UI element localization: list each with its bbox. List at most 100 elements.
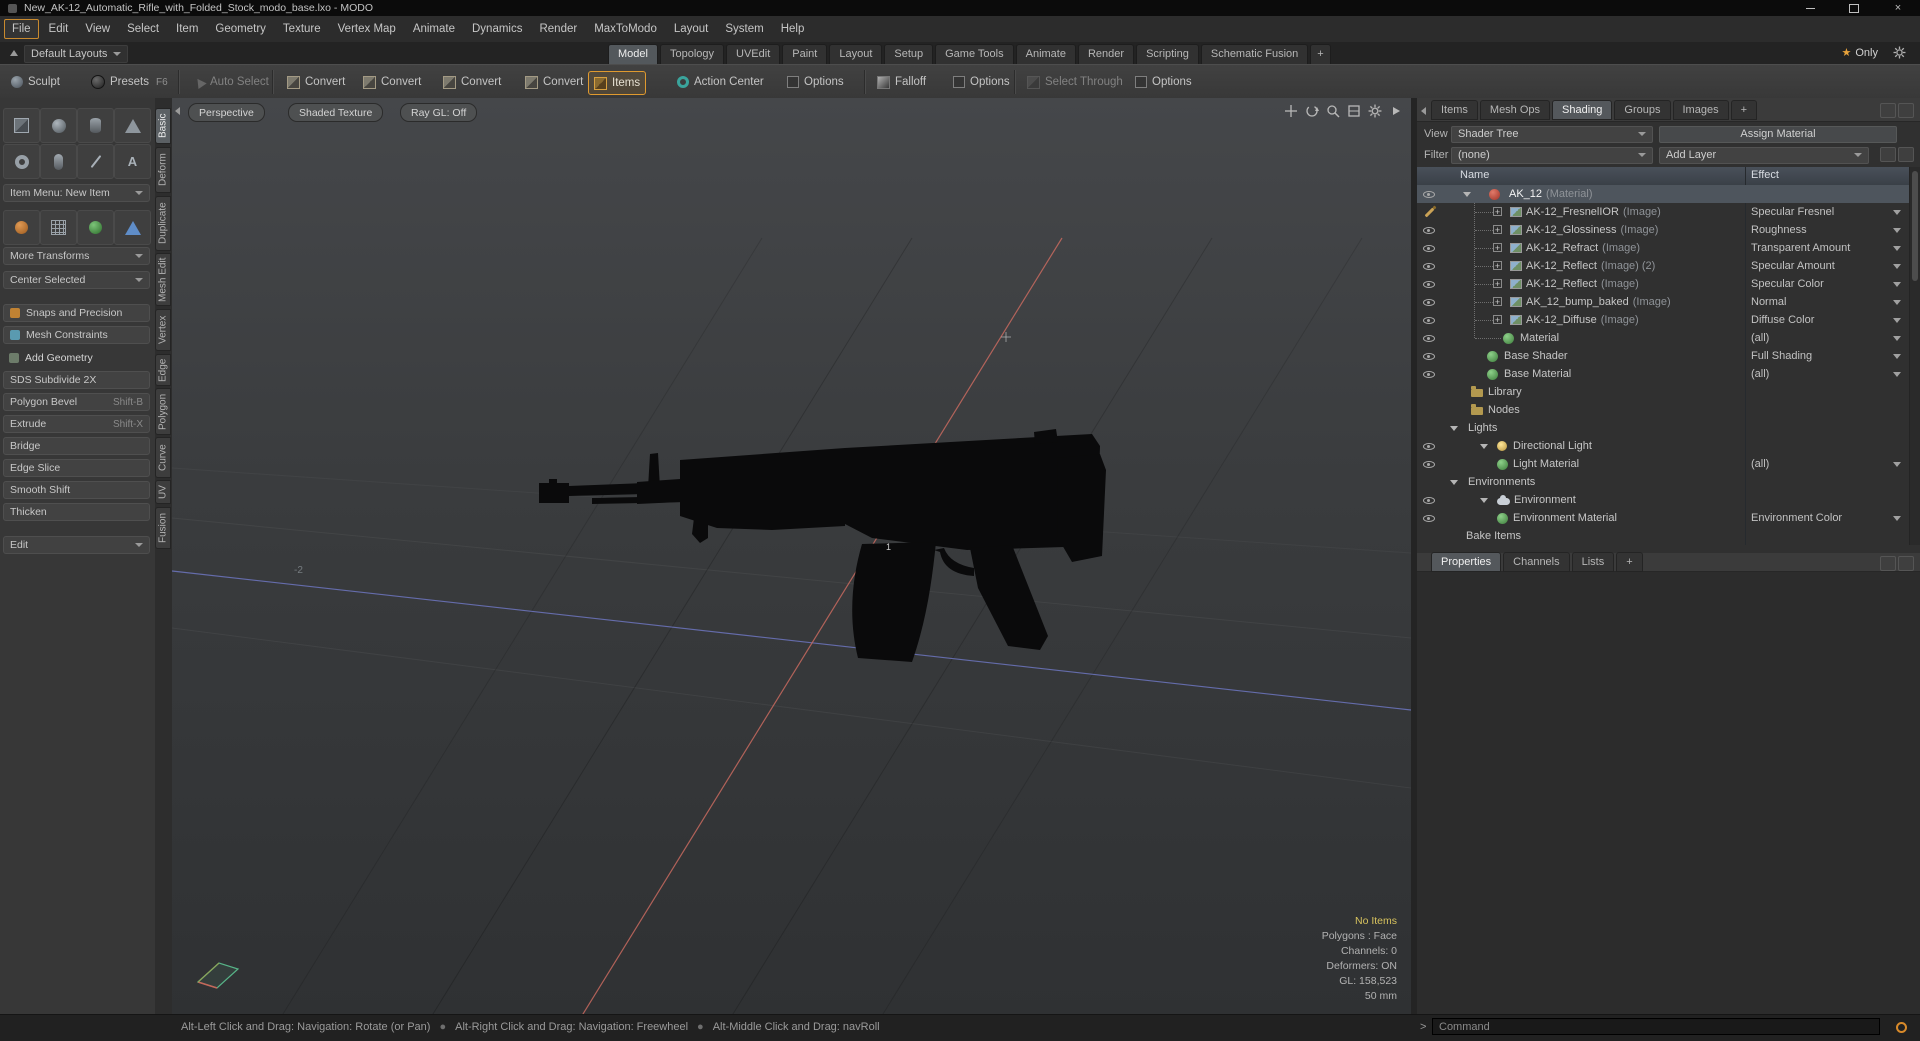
collapse-arrow-icon[interactable]	[1450, 426, 1458, 431]
visibility-eye-icon[interactable]	[1417, 257, 1441, 275]
expand-icon[interactable]: +	[1493, 207, 1502, 217]
layer-effect[interactable]: (all)	[1751, 455, 1769, 473]
sphere-tool[interactable]	[40, 108, 77, 143]
effect-dropdown-icon[interactable]	[1893, 228, 1901, 233]
layer-effect[interactable]: Transparent Amount	[1751, 239, 1850, 257]
tree-row-material[interactable]: Material (all)	[1417, 329, 1909, 347]
collapse-arrow-icon[interactable]	[1480, 498, 1488, 503]
tab-layout[interactable]: Layout	[829, 44, 883, 64]
convert-edges-button[interactable]: Convert	[358, 71, 426, 93]
expand-icon[interactable]: +	[1493, 261, 1502, 271]
tab-lists[interactable]: Lists	[1571, 552, 1615, 572]
view-dropdown[interactable]: Shader Tree	[1451, 125, 1653, 143]
menu-file[interactable]: File	[4, 19, 39, 39]
convert-polygons-button[interactable]: Convert	[438, 71, 506, 93]
tab-paint[interactable]: Paint	[782, 44, 828, 64]
layout-settings-button[interactable]	[1893, 46, 1906, 64]
layer-effect[interactable]: Full Shading	[1751, 347, 1812, 365]
close-button[interactable]: ×	[1876, 0, 1920, 16]
add-layer-dropdown[interactable]: Add Layer	[1659, 146, 1869, 164]
menu-vertex-map[interactable]: Vertex Map	[331, 20, 403, 38]
tab-scripting[interactable]: Scripting	[1136, 44, 1199, 64]
tree-row-nodes[interactable]: Nodes	[1417, 401, 1909, 419]
layout-up-icon[interactable]	[10, 50, 18, 56]
tree-row-library[interactable]: Library	[1417, 383, 1909, 401]
tree-row-texture[interactable]: + AK-12_Glossiness (Image) Roughness	[1417, 221, 1909, 239]
falloff-options-button[interactable]: Options	[948, 71, 1015, 93]
item-sphere-tool[interactable]	[77, 210, 114, 245]
visibility-eye-icon[interactable]	[1417, 509, 1441, 527]
visibility-eye-icon[interactable]	[1417, 293, 1441, 311]
layer-effect[interactable]: Specular Amount	[1751, 257, 1835, 275]
tab-mesh-ops[interactable]: Mesh Ops	[1479, 99, 1551, 120]
tree-row-texture[interactable]: + AK-12_Refract (Image) Transparent Amoun…	[1417, 239, 1909, 257]
presets-button[interactable]: Presets F6	[86, 71, 173, 93]
falloff-button[interactable]: Falloff	[872, 71, 931, 93]
lattice-tool[interactable]	[40, 210, 77, 245]
visibility-eye-icon[interactable]	[1417, 311, 1441, 329]
convert-vertices-button[interactable]: Convert	[282, 71, 350, 93]
action-center-button[interactable]: Action Center	[672, 71, 769, 93]
paint-target-icon[interactable]	[1417, 203, 1441, 221]
tab-vertex[interactable]: Vertex	[155, 309, 171, 351]
effect-dropdown-icon[interactable]	[1893, 372, 1901, 377]
tab-render[interactable]: Render	[1077, 44, 1135, 64]
effect-dropdown-icon[interactable]	[1893, 264, 1901, 269]
sculpt-button[interactable]: Sculpt	[6, 71, 65, 93]
tab-polygon[interactable]: Polygon	[155, 388, 171, 435]
menu-help[interactable]: Help	[774, 20, 812, 38]
rotate-icon[interactable]	[1305, 104, 1319, 118]
collapse-arrow-icon[interactable]	[1450, 480, 1458, 485]
shading-mode-button[interactable]: Shaded Texture	[288, 103, 384, 122]
tab-basic[interactable]: Basic	[155, 108, 171, 144]
visibility-eye-icon[interactable]	[1417, 221, 1441, 239]
flyout-arrow-icon[interactable]	[1389, 104, 1403, 118]
menu-texture[interactable]: Texture	[276, 20, 328, 38]
effect-dropdown-icon[interactable]	[1893, 300, 1901, 305]
cylinder-tool[interactable]	[77, 108, 114, 143]
pan-icon[interactable]	[1284, 104, 1298, 118]
cube-tool[interactable]	[3, 108, 40, 143]
tree-row-lights-group[interactable]: Lights	[1417, 419, 1909, 437]
tab-game-tools[interactable]: Game Tools	[935, 44, 1014, 64]
expand-icon[interactable]: +	[1493, 315, 1502, 325]
layer-effect[interactable]: Diffuse Color	[1751, 311, 1814, 329]
tree-row-base-shader[interactable]: Base Shader Full Shading	[1417, 347, 1909, 365]
layer-effect[interactable]: Specular Fresnel	[1751, 203, 1834, 221]
action-center-options-button[interactable]: Options	[782, 71, 849, 93]
effect-dropdown-icon[interactable]	[1893, 336, 1901, 341]
menu-dynamics[interactable]: Dynamics	[465, 20, 529, 38]
sculpt-item-tool[interactable]	[3, 210, 40, 245]
tab-properties[interactable]: Properties	[1431, 552, 1502, 572]
command-history-icon[interactable]	[1896, 1022, 1907, 1033]
layer-effect[interactable]: Roughness	[1751, 221, 1807, 239]
select-through-options-button[interactable]: Options	[1130, 71, 1197, 93]
add-layout-tab-button[interactable]: +	[1310, 44, 1331, 64]
tab-edge[interactable]: Edge	[155, 354, 171, 386]
cone-tool[interactable]	[114, 108, 151, 143]
menu-maxtomodo[interactable]: MaxToModo	[587, 20, 664, 38]
tab-curve[interactable]: Curve	[155, 437, 171, 478]
visibility-eye-icon[interactable]	[1417, 239, 1441, 257]
expand-icon[interactable]: +	[1493, 243, 1502, 253]
thicken-button[interactable]: Thicken	[3, 503, 150, 521]
mesh-constraints-button[interactable]: Mesh Constraints	[3, 326, 150, 344]
tree-row-environment[interactable]: Environment	[1417, 491, 1909, 509]
menu-edit[interactable]: Edit	[42, 20, 76, 38]
tree-row-environments-group[interactable]: Environments	[1417, 473, 1909, 491]
tab-items[interactable]: Items	[1431, 99, 1478, 120]
smooth-shift-button[interactable]: Smooth Shift	[3, 481, 150, 499]
tab-model[interactable]: Model	[608, 44, 658, 64]
layer-effect[interactable]: Specular Color	[1751, 275, 1824, 293]
select-through-button[interactable]: Select Through	[1022, 71, 1128, 93]
snaps-precision-button[interactable]: Snaps and Precision	[3, 304, 150, 322]
layer-effect[interactable]: (all)	[1751, 329, 1769, 347]
filter-dropdown[interactable]: (none)	[1451, 146, 1653, 164]
viewport-3d[interactable]: Perspective Shaded Texture Ray GL: Off -…	[172, 98, 1411, 1014]
bridge-button[interactable]: Bridge	[3, 437, 150, 455]
visibility-eye-icon[interactable]	[1417, 365, 1441, 383]
center-selected-dropdown[interactable]: Center Selected	[3, 271, 150, 289]
convert-materials-button[interactable]: Convert	[520, 71, 588, 93]
tree-row-base-material[interactable]: Base Material (all)	[1417, 365, 1909, 383]
tree-row-directional-light[interactable]: Directional Light	[1417, 437, 1909, 455]
